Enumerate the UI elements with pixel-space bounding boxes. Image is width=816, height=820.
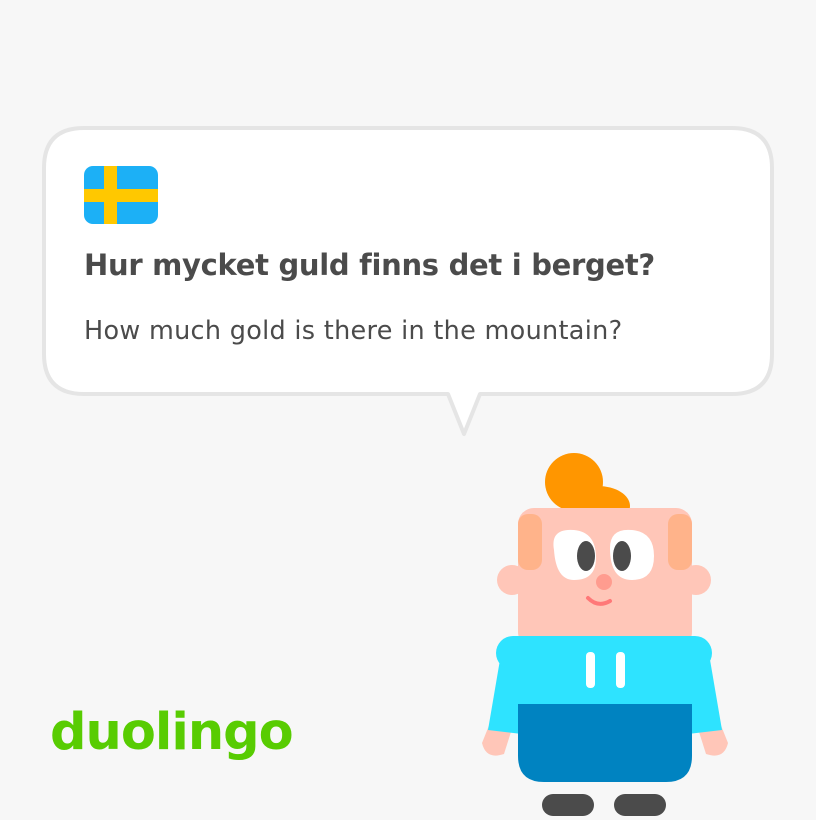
sentence-text: Hur mycket guld finns det i berget?	[84, 248, 655, 282]
cartoon-character-icon	[470, 448, 740, 820]
sweden-flag-icon	[84, 166, 158, 228]
translation-text: How much gold is there in the mountain?	[84, 316, 623, 346]
duolingo-logo: duolingo	[50, 703, 294, 762]
speech-bubble: Hur mycket guld finns det i berget? How …	[42, 126, 774, 436]
